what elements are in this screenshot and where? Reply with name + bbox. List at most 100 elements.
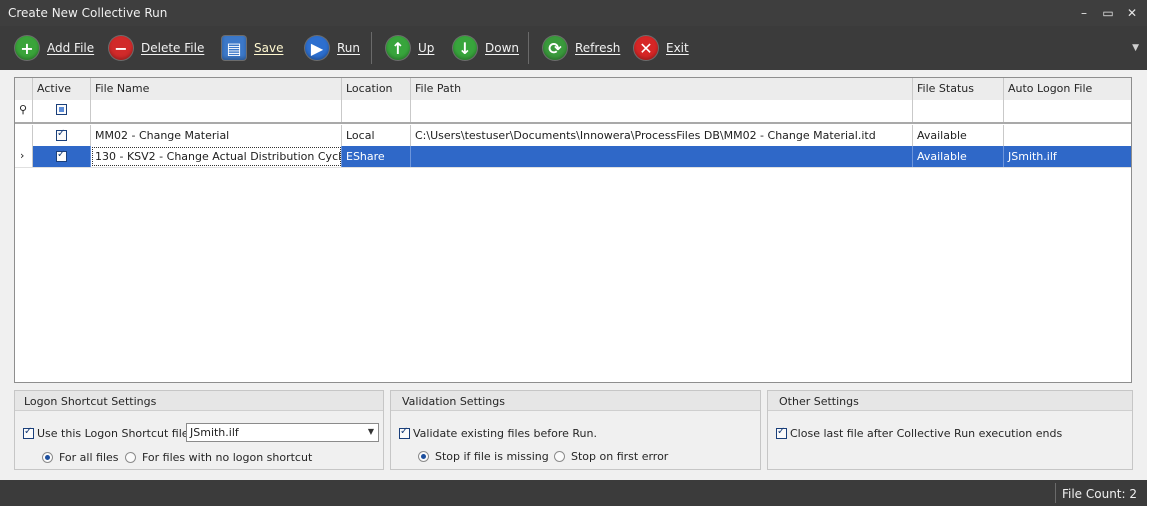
filter-icon[interactable]: ⚲ (15, 100, 33, 122)
radio-for-no-logon-button[interactable] (125, 452, 136, 463)
minus-icon: − (109, 36, 133, 60)
up-button[interactable]: ↑ Up (386, 34, 434, 62)
file-name-cell[interactable]: MM02 - Change Material (91, 125, 342, 146)
radio-stop-if-missing-button[interactable] (418, 451, 429, 462)
validation-panel-title: Validation Settings (391, 391, 760, 411)
delete-file-button[interactable]: − Delete File (109, 34, 204, 62)
maximize-button[interactable]: ▭ (1098, 4, 1118, 22)
radio-stop-on-first-error-button[interactable] (554, 451, 565, 462)
collective-run-window: Create New Collective Run – ▭ ✕ + Add Fi… (0, 0, 1149, 506)
radio-for-no-logon-files[interactable]: For files with no logon shortcut (125, 451, 312, 464)
active-cell[interactable] (33, 125, 91, 146)
exit-label: Exit (666, 41, 689, 55)
other-panel-title: Other Settings (768, 391, 1132, 411)
validation-settings-panel: Validation Settings Validate existing fi… (390, 390, 761, 470)
active-checkbox[interactable] (56, 149, 67, 162)
filter-row: ⚲ (15, 100, 1131, 124)
use-logon-shortcut-checkbox[interactable] (23, 426, 34, 439)
add-file-button[interactable]: + Add File (15, 34, 94, 62)
table-row-selected[interactable]: › 130 - KSV2 - Change Actual Distributio… (15, 146, 1131, 168)
arrow-up-icon: ↑ (386, 36, 410, 60)
refresh-icon: ⟳ (543, 36, 567, 60)
auto-logon-cell[interactable] (1004, 125, 1131, 146)
row-indicator-header (15, 78, 33, 100)
radio-for-all-files-button[interactable] (42, 452, 53, 463)
x-icon: ✕ (634, 36, 658, 60)
filter-checkbox[interactable] (56, 104, 67, 115)
active-cell[interactable] (33, 146, 91, 167)
radio-for-all-files[interactable]: For all files (42, 451, 119, 464)
radio-stop-if-missing-label: Stop if file is missing (435, 450, 549, 463)
window-title: Create New Collective Run (8, 6, 168, 20)
filter-active-cell[interactable] (33, 100, 91, 122)
minimize-button[interactable]: – (1074, 4, 1094, 22)
radio-stop-if-missing[interactable]: Stop if file is missing (418, 450, 549, 463)
file-status-cell[interactable]: Available (913, 125, 1004, 146)
table-row[interactable]: MM02 - Change Material Local C:\Users\te… (15, 125, 1131, 147)
radio-stop-on-first-error[interactable]: Stop on first error (554, 450, 668, 463)
run-button[interactable]: ▶ Run (305, 34, 360, 62)
run-label: Run (337, 41, 361, 55)
radio-for-no-logon-label: For files with no logon shortcut (142, 451, 313, 464)
file-status-cell[interactable]: Available (913, 146, 1004, 167)
col-header-file-path[interactable]: File Path (411, 78, 913, 100)
location-cell[interactable]: EShare (342, 146, 411, 167)
play-icon: ▶ (305, 36, 329, 60)
row-indicator (15, 125, 33, 146)
logon-panel-title: Logon Shortcut Settings (15, 391, 383, 411)
files-grid: Active File Name Location File Path File… (14, 77, 1132, 383)
filter-auto-logon-cell[interactable] (1004, 100, 1131, 122)
toolbar: + Add File − Delete File ▤ Save ▶ Run ↑ … (0, 26, 1147, 70)
floppy-disk-icon: ▤ (222, 36, 246, 60)
file-path-cell[interactable] (411, 146, 913, 167)
file-path-cell[interactable]: C:\Users\testuser\Documents\Innowera\Pro… (411, 125, 913, 146)
save-button[interactable]: ▤ Save (222, 34, 283, 62)
close-last-file-label: Close last file after Collective Run exe… (790, 427, 1063, 440)
exit-button[interactable]: ✕ Exit (634, 34, 689, 62)
refresh-button[interactable]: ⟳ Refresh (543, 34, 620, 62)
radio-for-all-files-label: For all files (59, 451, 119, 464)
title-bar: Create New Collective Run – ▭ ✕ (0, 0, 1147, 26)
chevron-down-icon[interactable]: ▼ (368, 427, 374, 436)
location-cell[interactable]: Local (342, 125, 411, 146)
auto-logon-cell[interactable]: JSmith.ilf (1004, 146, 1131, 167)
col-header-file-status[interactable]: File Status (913, 78, 1004, 100)
validate-files-option[interactable]: Validate existing files before Run. (399, 426, 597, 440)
current-row-indicator-icon: › (15, 146, 33, 167)
file-count: File Count: 2 (1054, 483, 1137, 503)
col-header-active[interactable]: Active (33, 78, 91, 100)
up-label: Up (418, 41, 435, 55)
content-area: Active File Name Location File Path File… (0, 70, 1147, 480)
refresh-label: Refresh (575, 41, 621, 55)
filter-file-path-cell[interactable] (411, 100, 913, 122)
col-header-auto-logon-file[interactable]: Auto Logon File (1004, 78, 1131, 100)
filter-file-status-cell[interactable] (913, 100, 1004, 122)
close-last-file-checkbox[interactable] (776, 426, 787, 439)
validate-files-checkbox[interactable] (399, 426, 410, 439)
toolbar-separator (528, 32, 529, 64)
close-last-file-option[interactable]: Close last file after Collective Run exe… (776, 426, 1063, 440)
delete-file-label: Delete File (141, 41, 205, 55)
filter-file-name-cell[interactable] (91, 100, 342, 122)
col-header-location[interactable]: Location (342, 78, 411, 100)
close-window-button[interactable]: ✕ (1122, 4, 1142, 22)
arrow-down-icon: ↓ (453, 36, 477, 60)
use-logon-shortcut-label: Use this Logon Shortcut file : (37, 427, 196, 440)
use-logon-shortcut-option[interactable]: Use this Logon Shortcut file : (23, 426, 196, 440)
plus-icon: + (15, 36, 39, 60)
toolbar-separator (371, 32, 372, 64)
file-name-cell[interactable]: 130 - KSV2 - Change Actual Distribution … (91, 146, 342, 167)
add-file-label: Add File (47, 41, 95, 55)
toolbar-overflow-icon[interactable]: ▼ (1132, 43, 1139, 53)
down-button[interactable]: ↓ Down (453, 34, 519, 62)
logon-shortcut-combo[interactable]: JSmith.ilf ▼ (186, 423, 379, 442)
validate-files-label: Validate existing files before Run. (413, 427, 597, 440)
logon-shortcut-panel: Logon Shortcut Settings Use this Logon S… (14, 390, 384, 470)
status-bar: File Count: 2 (0, 480, 1147, 506)
down-label: Down (485, 41, 520, 55)
filter-location-cell[interactable] (342, 100, 411, 122)
active-checkbox[interactable] (56, 128, 67, 141)
save-label: Save (254, 41, 284, 55)
col-header-file-name[interactable]: File Name (91, 78, 342, 100)
radio-stop-on-first-error-label: Stop on first error (571, 450, 669, 463)
